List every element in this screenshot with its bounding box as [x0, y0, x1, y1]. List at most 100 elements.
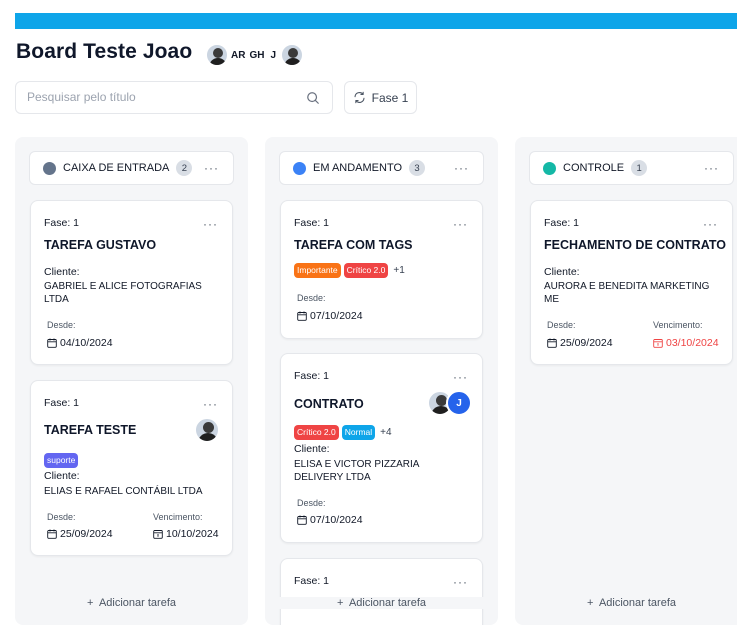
client-label: Cliente: — [294, 443, 330, 455]
client-label: Cliente: — [44, 266, 80, 278]
page-title: Board Teste Joao — [16, 40, 193, 63]
add-task-label: Adicionar tarefa — [598, 597, 676, 609]
column-controle: CONTROLE 1 ··· Fase: 1 ··· FECHAMENTO DE… — [515, 137, 737, 625]
tag-badge: Importante — [294, 263, 341, 278]
card-phase: Fase: 1 — [294, 370, 330, 382]
tag-badge: Normal — [341, 425, 376, 440]
client-name: GABRIEL E ALICE FOTOGRAFIAS LTDA — [44, 281, 202, 305]
card-phase: Fase: 1 — [294, 217, 330, 229]
due-date-value: 03/10/2024 — [666, 337, 719, 349]
since-label: Desde: — [47, 320, 76, 330]
member-avatar-j[interactable]: J — [268, 43, 279, 67]
task-card[interactable]: Fase: 1 ··· FECHAMENTO DE CONTRATO Clien… — [530, 200, 733, 365]
column-count-badge: 1 — [631, 160, 648, 176]
search-input[interactable] — [27, 90, 287, 104]
member-avatar-gh[interactable]: GH — [247, 43, 267, 67]
task-card[interactable]: Fase: 1 ··· TAREFA COM TAGS Importante C… — [280, 200, 483, 339]
tag-badge: suporte — [44, 453, 79, 468]
since-date-value: 04/10/2024 — [60, 337, 113, 349]
add-task-button[interactable]: + Adicionar tarefa — [15, 597, 248, 609]
since-label: Desde: — [297, 293, 326, 303]
plus-icon: + — [337, 597, 344, 609]
card-title: TAREFA COM TAGS — [294, 238, 413, 252]
assignee-avatar[interactable] — [194, 417, 220, 443]
since-date: 25/09/2024 — [47, 528, 113, 540]
card-phase: Fase: 1 — [44, 217, 80, 229]
since-date-value: 07/10/2024 — [310, 514, 363, 526]
calendar-icon — [297, 515, 307, 525]
board-members[interactable]: AR GH J — [205, 43, 305, 67]
column-caixa-de-entrada: CAIXA DE ENTRADA 2 ··· Fase: 1 ··· TAREF… — [15, 137, 248, 625]
plus-icon: + — [87, 597, 94, 609]
column-count-badge: 2 — [176, 160, 193, 176]
add-task-label: Adicionar tarefa — [348, 597, 426, 609]
phase-filter-button[interactable]: Fase 1 — [344, 81, 417, 114]
tag-list: suporte — [44, 453, 79, 468]
add-task-button[interactable]: + Adicionar tarefa — [515, 597, 737, 609]
card-phase: Fase: 1 — [544, 217, 580, 229]
due-label: Vencimento: — [153, 512, 203, 522]
calendar-alert-icon — [653, 339, 663, 348]
search-icon[interactable] — [306, 91, 320, 105]
card-title: TAREFA TESTE — [44, 423, 137, 437]
task-card[interactable]: Fase: 1 ··· — [280, 558, 483, 625]
more-horizontal-icon[interactable]: ··· — [703, 217, 718, 231]
due-label: Vencimento: — [653, 320, 703, 330]
since-date: 07/10/2024 — [297, 310, 363, 322]
column-status-dot — [43, 161, 56, 175]
calendar-icon — [47, 338, 57, 348]
card-title: CONTRATO — [294, 397, 364, 411]
top-accent-bar — [15, 13, 737, 29]
card-phase: Fase: 1 — [294, 575, 330, 587]
since-label: Desde: — [547, 320, 576, 330]
task-card[interactable]: Fase: 1 ··· TAREFA GUSTAVO Cliente: GABR… — [30, 200, 233, 365]
member-avatar-ar[interactable]: AR — [229, 43, 248, 67]
client-label: Cliente: — [44, 470, 80, 482]
calendar-clock-icon — [153, 530, 163, 539]
more-horizontal-icon[interactable]: ··· — [453, 370, 468, 384]
client-label: Cliente: — [544, 266, 580, 278]
column-title: CAIXA DE ENTRADA — [63, 162, 170, 174]
tag-list: Importante Crítico 2.0 +1 — [294, 263, 405, 278]
card-title: FECHAMENTO DE CONTRATO — [544, 238, 726, 252]
client-name: ELISA E VICTOR PIZZARIA DELIVERY LTDA — [294, 459, 419, 483]
calendar-icon — [297, 311, 307, 321]
client-name: AURORA E BENEDITA MARKETING ME — [544, 281, 710, 305]
more-tags-count: +1 — [393, 265, 405, 276]
add-task-button[interactable]: + Adicionar tarefa — [265, 597, 498, 609]
member-avatar-photo-2[interactable] — [280, 43, 305, 67]
tag-badge: Crítico 2.0 — [343, 263, 389, 278]
column-header: CONTROLE 1 ··· — [529, 151, 734, 185]
column-header: CAIXA DE ENTRADA 2 ··· — [29, 151, 234, 185]
card-phase: Fase: 1 — [44, 397, 80, 409]
client-name: ELIAS E RAFAEL CONTÁBIL LTDA — [44, 486, 203, 497]
more-horizontal-icon[interactable]: ··· — [453, 575, 468, 589]
since-date: 04/10/2024 — [47, 337, 113, 349]
since-date-value: 25/09/2024 — [560, 337, 613, 349]
more-horizontal-icon[interactable]: ··· — [203, 397, 218, 411]
member-avatar-photo[interactable] — [205, 43, 229, 67]
column-em-andamento: EM ANDAMENTO 3 ··· Fase: 1 ··· TAREFA CO… — [265, 137, 498, 625]
column-title: EM ANDAMENTO — [313, 162, 403, 174]
since-date-value: 25/09/2024 — [60, 528, 113, 540]
more-horizontal-icon[interactable]: ··· — [453, 217, 468, 231]
task-card[interactable]: Fase: 1 ··· TAREFA TESTE suporte Cliente… — [30, 380, 233, 556]
calendar-icon — [47, 529, 57, 539]
task-card[interactable]: Fase: 1 ··· CONTRATO J Crítico 2.0 Norma… — [280, 353, 483, 543]
column-status-dot — [543, 161, 556, 175]
since-label: Desde: — [47, 512, 76, 522]
phase-filter-label: Fase 1 — [371, 90, 409, 105]
assignee-avatar-j[interactable]: J — [446, 390, 472, 416]
add-task-label: Adicionar tarefa — [98, 597, 176, 609]
since-date: 25/09/2024 — [547, 337, 613, 349]
more-horizontal-icon[interactable]: ··· — [204, 161, 219, 175]
more-horizontal-icon[interactable]: ··· — [454, 161, 469, 175]
since-date: 07/10/2024 — [297, 514, 363, 526]
more-horizontal-icon[interactable]: ··· — [203, 217, 218, 231]
search-box — [15, 81, 333, 114]
card-title: TAREFA GUSTAVO — [44, 238, 157, 252]
due-date-value: 10/10/2024 — [166, 528, 219, 540]
column-count-badge: 3 — [409, 160, 426, 176]
since-label: Desde: — [297, 498, 326, 508]
more-horizontal-icon[interactable]: ··· — [704, 161, 719, 175]
